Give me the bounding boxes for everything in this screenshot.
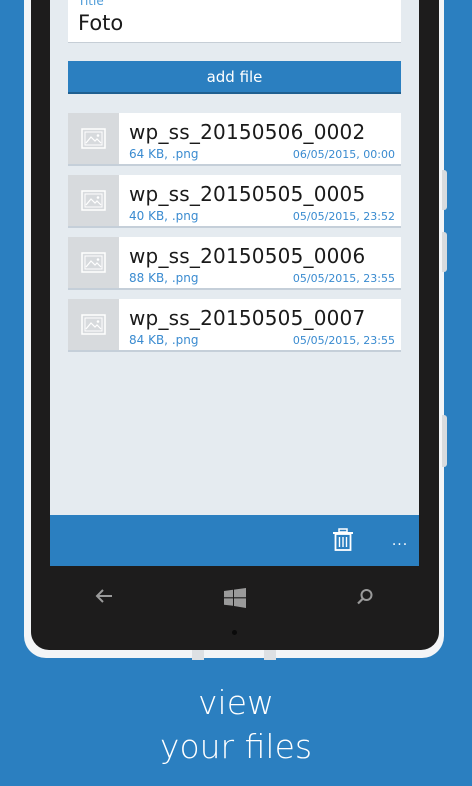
file-size: 84 KB, .png: [129, 333, 199, 347]
title-label: Title: [78, 0, 104, 8]
caption-line-2: your files: [159, 727, 313, 766]
back-button[interactable]: [94, 588, 114, 608]
file-date: 05/05/2015, 23:55: [292, 272, 395, 285]
windows-logo-icon: [224, 588, 246, 608]
camera-button: [442, 415, 447, 467]
more-options-button[interactable]: ...: [387, 533, 413, 553]
file-name: wp_ss_20150505_0007: [129, 306, 366, 330]
app-screen: Title Foto add file wp_ss_20150506_0002 …: [50, 0, 419, 566]
trash-icon: [333, 528, 353, 551]
back-arrow-icon: [95, 589, 112, 603]
search-icon: [357, 589, 373, 605]
file-size: 88 KB, .png: [129, 271, 199, 285]
front-camera: [232, 630, 237, 635]
file-list-item[interactable]: wp_ss_20150505_0005 40 KB, .png 05/05/20…: [68, 175, 401, 228]
file-date: 05/05/2015, 23:55: [292, 334, 395, 347]
start-button[interactable]: [224, 588, 246, 612]
file-thumbnail: [68, 237, 119, 288]
file-thumbnail: [68, 175, 119, 226]
search-button[interactable]: [356, 588, 374, 610]
file-name: wp_ss_20150505_0005: [129, 182, 366, 206]
app-bar: ...: [50, 515, 419, 566]
image-icon: [81, 314, 106, 335]
file-thumbnail: [68, 113, 119, 164]
volume-down-button: [442, 232, 447, 272]
file-list-item[interactable]: wp_ss_20150505_0006 88 KB, .png 05/05/20…: [68, 237, 401, 290]
title-input[interactable]: Foto: [78, 11, 123, 35]
speaker-slot: [264, 650, 276, 660]
delete-button[interactable]: [330, 527, 356, 553]
file-list-item[interactable]: wp_ss_20150506_0002 64 KB, .png 06/05/20…: [68, 113, 401, 166]
file-name: wp_ss_20150506_0002: [129, 120, 366, 144]
file-name: wp_ss_20150505_0006: [129, 244, 366, 268]
file-date: 05/05/2015, 23:52: [292, 210, 395, 223]
image-icon: [81, 252, 106, 273]
title-field[interactable]: Title Foto: [68, 0, 401, 43]
image-icon: [81, 128, 106, 149]
file-size: 64 KB, .png: [129, 147, 199, 161]
volume-up-button: [442, 170, 447, 210]
file-thumbnail: [68, 299, 119, 350]
caption-line-1: view: [198, 683, 274, 722]
file-size: 40 KB, .png: [129, 209, 199, 223]
speaker-slot: [192, 650, 204, 660]
file-date: 06/05/2015, 00:00: [292, 148, 395, 161]
add-file-button[interactable]: add file: [68, 61, 401, 94]
file-list-item[interactable]: wp_ss_20150505_0007 84 KB, .png 05/05/20…: [68, 299, 401, 352]
image-icon: [81, 190, 106, 211]
